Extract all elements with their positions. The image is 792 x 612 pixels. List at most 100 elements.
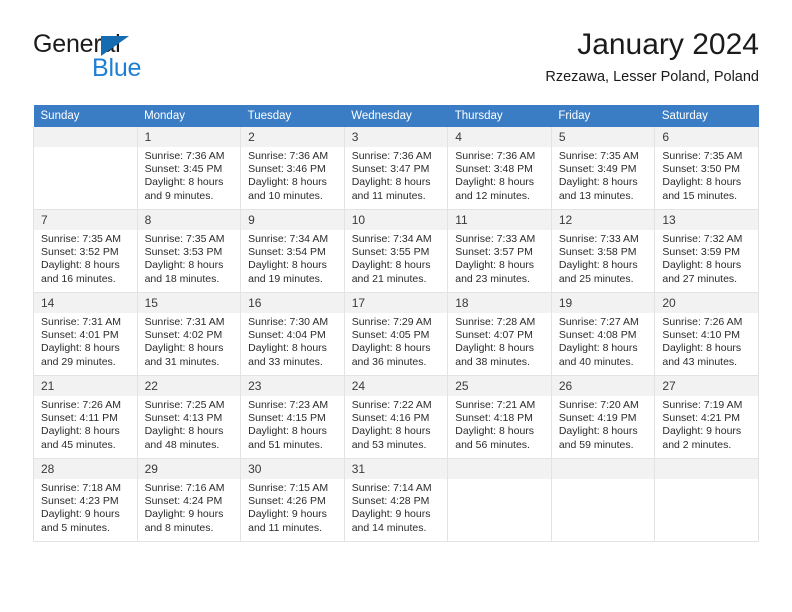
day-daylight-text: and 19 minutes. (248, 272, 323, 285)
weekday-header-thursday: Thursday (447, 105, 552, 127)
day-daylight-text: and 2 minutes. (662, 438, 732, 451)
calendar-day-cell[interactable]: 1 Sunrise: 7:36 AM Sunset: 3:45 PM Daylight… (136, 127, 242, 210)
calendar-body: 1 Sunrise: 7:36 AM Sunset: 3:45 PM Daylight… (33, 127, 759, 542)
day-sunrise-text: Sunrise: 7:32 AM (662, 233, 743, 245)
day-number: 25 (448, 376, 551, 396)
day-info: Sunrise: 7:26 AM Sunset: 4:10 PM Daylight:… (655, 313, 758, 369)
day-number: 26 (551, 376, 655, 396)
day-info: Sunrise: 7:20 AM Sunset: 4:19 PM Daylight:… (552, 396, 655, 452)
calendar-day-cell[interactable]: 31 Sunrise: 7:14 AM Sunset: 4:28 PM Dayligh… (343, 458, 449, 542)
calendar-day-cell[interactable]: 8 Sunrise: 7:35 AM Sunset: 3:53 PM Daylight… (136, 209, 242, 293)
day-daylight-text: Daylight: 8 hours (455, 425, 535, 438)
day-daylight-text: Daylight: 8 hours (558, 176, 638, 189)
day-daylight-text: and 10 minutes. (248, 189, 323, 202)
day-daylight-text: and 27 minutes. (662, 272, 738, 285)
calendar-day-cell[interactable]: 29 Sunrise: 7:16 AM Sunset: 4:24 PM Dayligh… (136, 458, 242, 542)
calendar-day-cell[interactable]: 26 Sunrise: 7:20 AM Sunset: 4:19 PM Dayligh… (550, 375, 656, 459)
day-info: Sunrise: 7:36 AM Sunset: 3:45 PM Daylight:… (138, 147, 241, 203)
calendar-day-cell[interactable]: 4 Sunrise: 7:36 AM Sunset: 3:48 PM Daylight… (447, 127, 552, 210)
day-daylight-text: and 59 minutes. (558, 438, 634, 451)
calendar-day-cell[interactable]: 22 Sunrise: 7:25 AM Sunset: 4:13 PM Dayligh… (136, 375, 242, 459)
calendar-day-cell[interactable]: 28 Sunrise: 7:18 AM Sunset: 4:23 PM Dayligh… (33, 458, 138, 542)
day-number: 17 (344, 293, 448, 313)
calendar-day-cell[interactable]: 23 Sunrise: 7:23 AM Sunset: 4:15 PM Dayligh… (240, 375, 345, 459)
calendar-day-cell[interactable]: 2 Sunrise: 7:36 AM Sunset: 3:46 PM Daylight… (240, 127, 345, 210)
day-sunrise-text: Sunrise: 7:36 AM (351, 150, 432, 162)
calendar-day-cell[interactable]: 24 Sunrise: 7:22 AM Sunset: 4:16 PM Dayligh… (343, 375, 449, 459)
calendar-day-cell[interactable]: 12 Sunrise: 7:33 AM Sunset: 3:58 PM Dayligh… (550, 209, 656, 293)
day-number: 18 (448, 293, 551, 313)
calendar-day-cell[interactable]: 3 Sunrise: 7:36 AM Sunset: 3:47 PM Daylight… (343, 127, 449, 210)
weekday-header-row: Sunday Monday Tuesday Wednesday Thursday… (33, 105, 759, 127)
calendar-day-cell[interactable]: 14 Sunrise: 7:31 AM Sunset: 4:01 PM Dayligh… (33, 292, 138, 376)
day-number: 16 (241, 293, 344, 313)
logo-text-blue: Blue (92, 54, 142, 82)
day-daylight-text: Daylight: 8 hours (351, 342, 431, 355)
day-number: 10 (344, 210, 448, 230)
day-sunrise-text: Sunrise: 7:34 AM (248, 233, 329, 245)
day-sunset-text: Sunset: 3:54 PM (248, 246, 326, 259)
calendar-day-cell[interactable]: 10 Sunrise: 7:34 AM Sunset: 3:55 PM Dayligh… (343, 209, 449, 293)
day-number: 14 (34, 293, 137, 313)
day-daylight-text: and 8 minutes. (144, 521, 214, 534)
calendar-day-cell[interactable]: 9 Sunrise: 7:34 AM Sunset: 3:54 PM Daylight… (240, 209, 345, 293)
day-sunset-text: Sunset: 3:49 PM (558, 163, 637, 176)
calendar-day-cell[interactable]: 13 Sunrise: 7:32 AM Sunset: 3:59 PM Dayligh… (654, 209, 759, 293)
day-daylight-text: and 25 minutes. (558, 272, 634, 285)
day-number (551, 459, 655, 479)
calendar-day-cell[interactable]: 11 Sunrise: 7:33 AM Sunset: 3:57 PM Dayligh… (447, 209, 552, 293)
general-blue-logo[interactable]: General Blue (33, 30, 243, 88)
day-daylight-text: and 13 minutes. (558, 189, 634, 202)
day-daylight-text: Daylight: 8 hours (248, 425, 327, 438)
day-daylight-text: and 56 minutes. (455, 438, 530, 451)
day-info: Sunrise: 7:16 AM Sunset: 4:24 PM Daylight:… (138, 479, 241, 535)
day-number: 11 (448, 210, 551, 230)
day-number: 7 (34, 210, 137, 230)
day-number: 5 (551, 127, 655, 147)
day-sunset-text: Sunset: 3:57 PM (455, 246, 533, 259)
day-info: Sunrise: 7:26 AM Sunset: 4:11 PM Daylight:… (34, 396, 137, 452)
calendar-day-cell[interactable]: 5 Sunrise: 7:35 AM Sunset: 3:49 PM Daylight… (550, 127, 656, 210)
calendar-day-cell[interactable]: 19 Sunrise: 7:27 AM Sunset: 4:08 PM Dayligh… (550, 292, 656, 376)
day-sunset-text: Sunset: 3:45 PM (144, 163, 223, 176)
day-number: 12 (551, 210, 655, 230)
day-sunrise-text: Sunrise: 7:29 AM (351, 316, 432, 328)
day-daylight-text: Daylight: 8 hours (41, 425, 120, 438)
calendar-day-cell[interactable]: 17 Sunrise: 7:29 AM Sunset: 4:05 PM Dayligh… (343, 292, 449, 376)
day-sunrise-text: Sunrise: 7:25 AM (144, 399, 225, 411)
day-sunset-text: Sunset: 3:53 PM (144, 246, 223, 259)
calendar-day-cell[interactable]: 6 Sunrise: 7:35 AM Sunset: 3:50 PM Daylight… (654, 127, 759, 210)
day-daylight-text: and 23 minutes. (455, 272, 530, 285)
calendar-day-cell[interactable]: 20 Sunrise: 7:26 AM Sunset: 4:10 PM Dayligh… (654, 292, 759, 376)
day-sunrise-text: Sunrise: 7:20 AM (558, 399, 639, 411)
calendar-day-cell[interactable]: 30 Sunrise: 7:15 AM Sunset: 4:26 PM Dayligh… (240, 458, 345, 542)
day-sunset-text: Sunset: 4:13 PM (144, 412, 223, 425)
calendar-day-cell[interactable]: 25 Sunrise: 7:21 AM Sunset: 4:18 PM Dayligh… (447, 375, 552, 459)
day-sunrise-text: Sunrise: 7:35 AM (41, 233, 121, 245)
day-number: 4 (448, 127, 551, 147)
calendar-table: Sunday Monday Tuesday Wednesday Thursday… (33, 105, 759, 542)
calendar-week-row: 1 Sunrise: 7:36 AM Sunset: 3:45 PM Daylight… (33, 127, 759, 210)
calendar-head: Sunday Monday Tuesday Wednesday Thursday… (33, 105, 759, 127)
day-info: Sunrise: 7:36 AM Sunset: 3:47 PM Daylight:… (345, 147, 448, 203)
day-info: Sunrise: 7:25 AM Sunset: 4:13 PM Daylight:… (138, 396, 241, 452)
day-sunset-text: Sunset: 3:48 PM (455, 163, 533, 176)
day-number: 1 (137, 127, 241, 147)
day-number: 30 (241, 459, 344, 479)
calendar-day-cell[interactable]: 15 Sunrise: 7:31 AM Sunset: 4:02 PM Dayligh… (136, 292, 242, 376)
day-sunset-text: Sunset: 4:01 PM (41, 329, 119, 342)
calendar-day-cell-empty (33, 127, 138, 210)
calendar-day-cell[interactable]: 7 Sunrise: 7:35 AM Sunset: 3:52 PM Daylight… (33, 209, 138, 293)
calendar-day-cell[interactable]: 18 Sunrise: 7:28 AM Sunset: 4:07 PM Dayligh… (447, 292, 552, 376)
day-daylight-text: and 21 minutes. (351, 272, 427, 285)
calendar-day-cell[interactable]: 27 Sunrise: 7:19 AM Sunset: 4:21 PM Dayligh… (654, 375, 759, 459)
calendar-day-cell[interactable]: 16 Sunrise: 7:30 AM Sunset: 4:04 PM Dayligh… (240, 292, 345, 376)
day-number: 22 (137, 376, 241, 396)
day-daylight-text: Daylight: 8 hours (248, 176, 327, 189)
weekday-header-tuesday: Tuesday (240, 105, 345, 127)
day-info: Sunrise: 7:31 AM Sunset: 4:02 PM Daylight:… (138, 313, 241, 369)
calendar-day-cell[interactable]: 21 Sunrise: 7:26 AM Sunset: 4:11 PM Dayligh… (33, 375, 138, 459)
day-sunrise-text: Sunrise: 7:28 AM (455, 316, 536, 328)
calendar-week-row: 7 Sunrise: 7:35 AM Sunset: 3:52 PM Daylight… (33, 209, 759, 293)
day-daylight-text: Daylight: 8 hours (248, 259, 327, 272)
